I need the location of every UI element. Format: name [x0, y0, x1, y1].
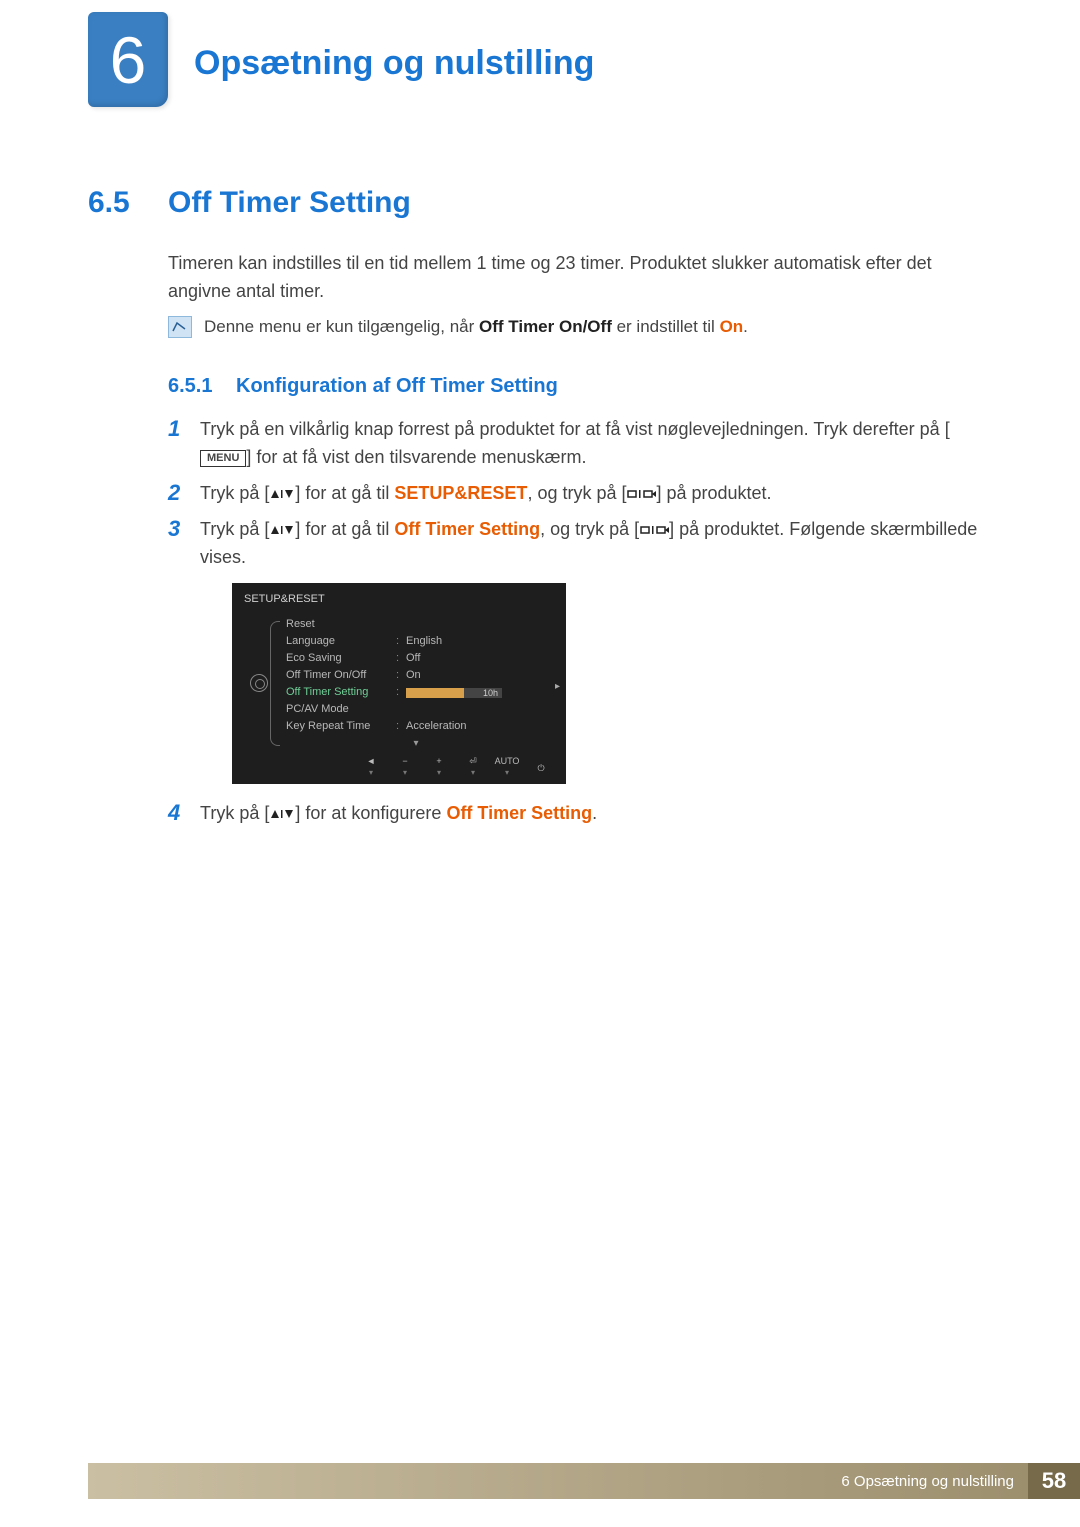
- osd-label: PC/AV Mode: [286, 701, 396, 718]
- step1-text-b: ] for at få vist den tilsvarende menuskæ…: [246, 447, 586, 467]
- step2-text-c: , og tryk på [: [527, 483, 626, 503]
- step-2: 2 Tryk på [ ] for at gå til SETUP&RESET, …: [168, 480, 978, 508]
- step2-text-d: ] på produktet.: [656, 483, 771, 503]
- step4-text-c: .: [592, 803, 597, 823]
- step1-text-a: Tryk på en vilkårlig knap forrest på pro…: [200, 419, 950, 439]
- osd-power-icon: ⏻: [524, 760, 558, 778]
- osd-auto-label: AUTO▾: [490, 760, 524, 778]
- step3-text-a: Tryk på [: [200, 519, 269, 539]
- chevron-right-icon: ▸: [555, 679, 560, 695]
- step-4: 4 Tryk på [ ] for at konfigurere Off Time…: [168, 800, 978, 828]
- step-number: 3: [168, 516, 200, 792]
- osd-row-reset: Reset: [276, 617, 556, 634]
- osd-label: Off Timer On/Off: [286, 667, 396, 684]
- note-bold1: Off Timer On/Off: [479, 317, 612, 336]
- osd-slider-value: 10h: [483, 687, 498, 701]
- note-prefix: Denne menu er kun tilgængelig, når: [204, 317, 479, 336]
- chapter-number-badge: 6: [88, 12, 168, 107]
- steps-list: 1 Tryk på en vilkårlig knap forrest på p…: [168, 416, 978, 835]
- osd-row-offtimer-onoff: Off Timer On/Off: On: [276, 668, 556, 685]
- osd-label: Reset: [286, 616, 396, 633]
- osd-label: Language: [286, 633, 396, 650]
- step-1: 1 Tryk på en vilkårlig knap forrest på p…: [168, 416, 978, 472]
- up-down-icon: [269, 486, 295, 502]
- step-3: 3 Tryk på [ ] for at gå til Off Timer Set…: [168, 516, 978, 792]
- osd-value: Acceleration: [406, 718, 556, 735]
- osd-slider: 10h: [406, 688, 502, 698]
- step2-target: SETUP&RESET: [394, 483, 527, 503]
- step3-text-b: ] for at gå til: [295, 519, 394, 539]
- note-suffix: .: [743, 317, 748, 336]
- osd-footer: ◄▾ −▾ +▾ ⏎▾ AUTO▾ ⏻: [232, 756, 566, 784]
- section-number: 6.5: [88, 186, 168, 220]
- step4-text-b: ] for at konfigurere: [295, 803, 446, 823]
- footer-chapter-label: 6 Opsætning og nulstilling: [88, 1463, 1028, 1499]
- chapter-title: Opsætning og nulstilling: [194, 44, 594, 83]
- subsection-title: Konfiguration af Off Timer Setting: [236, 375, 558, 398]
- osd-panel: SETUP&RESET Reset Language: English: [232, 583, 566, 783]
- gear-icon: [250, 674, 268, 692]
- step3-text-c: , og tryk på [: [540, 519, 639, 539]
- chevron-down-icon: ▾: [276, 736, 556, 750]
- page-footer: 6 Opsætning og nulstilling 58: [88, 1463, 1080, 1499]
- step4-target: Off Timer Setting: [446, 803, 592, 823]
- step-number: 2: [168, 480, 200, 508]
- step-body: Tryk på [ ] for at gå til Off Timer Setti…: [200, 516, 978, 792]
- step-number: 1: [168, 416, 200, 472]
- osd-value: Off: [406, 650, 556, 667]
- osd-row-eco: Eco Saving: Off: [276, 651, 556, 668]
- note-block: Denne menu er kun tilgængelig, når Off T…: [168, 314, 748, 340]
- osd-plus-icon: +▾: [422, 760, 456, 778]
- subsection-heading: 6.5.1 Konfiguration af Off Timer Setting: [168, 375, 558, 398]
- step2-text-b: ] for at gå til: [295, 483, 394, 503]
- osd-enter-icon: ⏎▾: [456, 760, 490, 778]
- osd-row-language: Language: English: [276, 634, 556, 651]
- step3-target: Off Timer Setting: [394, 519, 540, 539]
- section-title: Off Timer Setting: [168, 186, 411, 220]
- step4-text-a: Tryk på [: [200, 803, 269, 823]
- note-mid: er indstillet til: [612, 317, 720, 336]
- step-number: 4: [168, 800, 200, 828]
- menu-button-icon: MENU: [200, 450, 246, 467]
- step-body: Tryk på en vilkårlig knap forrest på pro…: [200, 416, 978, 472]
- up-down-icon: [269, 522, 295, 538]
- osd-minus-icon: −▾: [388, 760, 422, 778]
- osd-bracket-icon: [270, 621, 280, 746]
- note-text: Denne menu er kun tilgængelig, når Off T…: [204, 314, 748, 340]
- intro-paragraph: Timeren kan indstilles til en tid mellem…: [168, 250, 978, 306]
- step2-text-a: Tryk på [: [200, 483, 269, 503]
- osd-row-pcav: PC/AV Mode: [276, 702, 556, 719]
- osd-label: Eco Saving: [286, 650, 396, 667]
- page-number: 58: [1028, 1463, 1080, 1499]
- note-bold2: On: [720, 317, 744, 336]
- osd-back-icon: ◄▾: [354, 760, 388, 778]
- subsection-number: 6.5.1: [168, 375, 236, 398]
- osd-value: On: [406, 667, 556, 684]
- enter-source-icon: [639, 522, 669, 538]
- section-heading: 6.5 Off Timer Setting: [88, 186, 411, 220]
- osd-label: Key Repeat Time: [286, 718, 396, 735]
- osd-row-keyrepeat: Key Repeat Time: Acceleration: [276, 719, 556, 736]
- chapter-header: 6 Opsætning og nulstilling: [88, 12, 594, 107]
- osd-screenshot: SETUP&RESET Reset Language: English: [232, 583, 978, 783]
- note-icon: [168, 316, 192, 338]
- up-down-icon: [269, 806, 295, 822]
- step-body: Tryk på [ ] for at konfigurere Off Timer …: [200, 800, 978, 828]
- osd-value: English: [406, 633, 556, 650]
- osd-title: SETUP&RESET: [232, 583, 566, 614]
- osd-label: Off Timer Setting: [286, 684, 396, 701]
- enter-source-icon: [626, 486, 656, 502]
- osd-row-offtimer-setting: Off Timer Setting: 10h: [276, 685, 556, 702]
- step-body: Tryk på [ ] for at gå til SETUP&RESET, og…: [200, 480, 978, 508]
